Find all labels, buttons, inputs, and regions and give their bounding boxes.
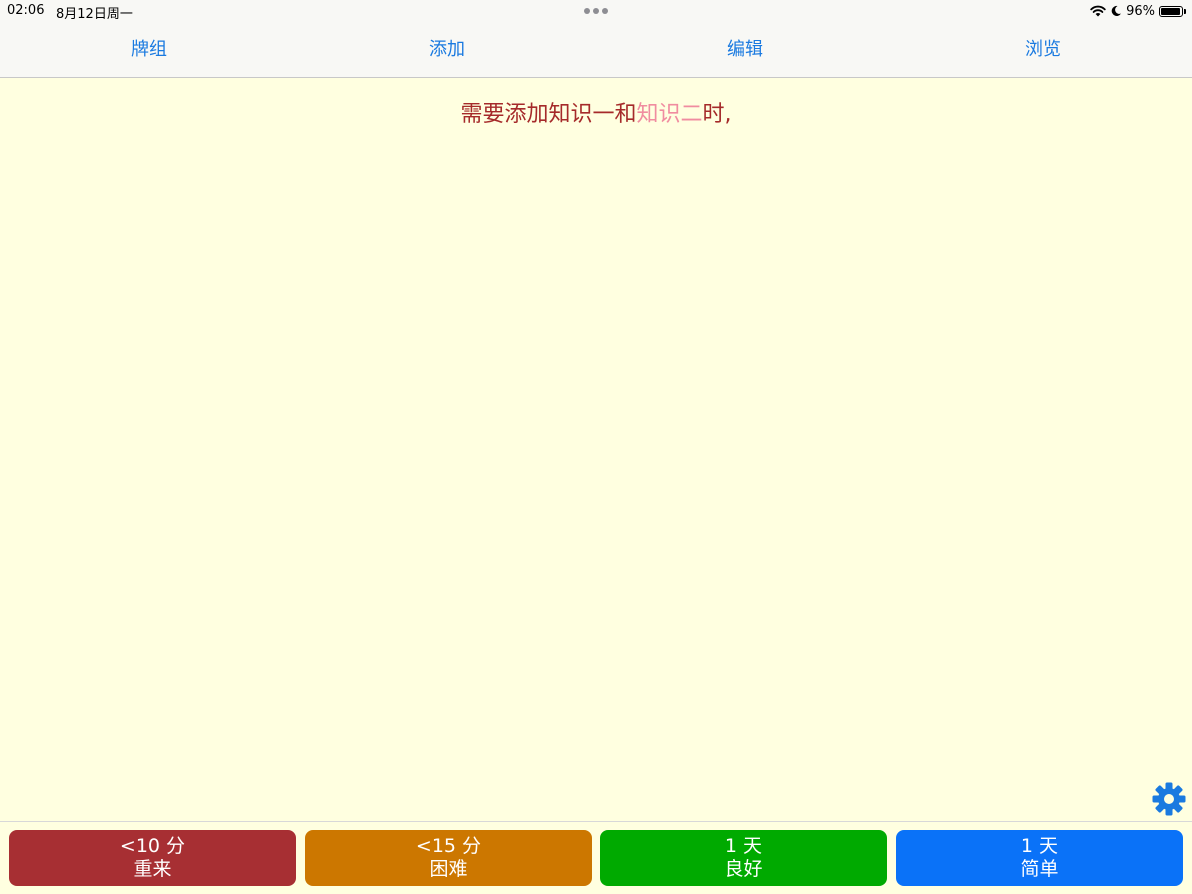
multitasking-dots-icon[interactable] (584, 8, 608, 14)
battery-level-fill (1161, 7, 1181, 15)
good-label: 良好 (724, 858, 763, 880)
battery-percent: 96% (1126, 3, 1155, 19)
battery-icon (1159, 5, 1186, 17)
top-toolbar: 牌组 添加 编辑 浏览 (0, 22, 1192, 78)
card-content: 需要添加知识一和知识二时, (0, 78, 1192, 821)
wifi-icon (1090, 5, 1106, 17)
status-bar: 02:06 8月12日周一 96% (0, 0, 1192, 22)
status-time: 02:06 (7, 3, 45, 18)
good-interval: 1 天 (724, 835, 763, 857)
hard-button[interactable]: <15 分 困难 (305, 830, 592, 886)
answer-bar: <10 分 重来 <15 分 困难 1 天 良好 1 天 简单 (0, 821, 1192, 894)
easy-label: 简单 (1020, 858, 1059, 880)
cloze-deletion: 知识二 (636, 102, 703, 127)
decks-button[interactable]: 牌组 (0, 22, 298, 77)
add-button[interactable]: 添加 (298, 22, 596, 77)
card-text-after: 时, (702, 102, 732, 127)
hard-interval: <15 分 (415, 835, 482, 857)
easy-interval: 1 天 (1020, 835, 1059, 857)
card-question-text: 需要添加知识一和知识二时, (0, 96, 1192, 128)
good-button[interactable]: 1 天 良好 (600, 830, 887, 886)
again-label: 重来 (133, 858, 172, 880)
hard-label: 困难 (429, 858, 468, 880)
moon-icon (1111, 5, 1122, 16)
status-date: 8月12日周一 (56, 7, 133, 22)
edit-button[interactable]: 编辑 (596, 22, 894, 77)
again-interval: <10 分 (119, 835, 186, 857)
card-text-before: 需要添加知识一和 (460, 102, 637, 127)
again-button[interactable]: <10 分 重来 (9, 830, 296, 886)
browse-button[interactable]: 浏览 (894, 22, 1192, 77)
status-indicators: 96% (1090, 2, 1186, 20)
easy-button[interactable]: 1 天 简单 (896, 830, 1183, 886)
gear-icon[interactable] (1151, 781, 1187, 817)
